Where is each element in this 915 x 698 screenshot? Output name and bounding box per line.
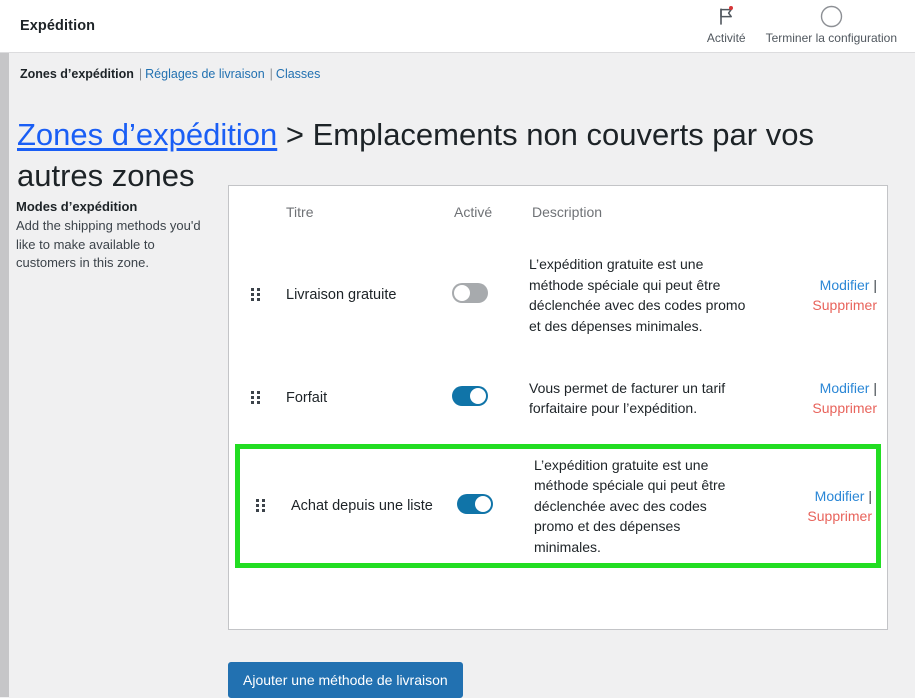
method-enabled-cell bbox=[451, 282, 529, 308]
method-description: L’expédition gratuite est une méthode sp… bbox=[529, 256, 746, 334]
row-actions: Modifier | Supprimer bbox=[759, 378, 877, 419]
delete-link[interactable]: Supprimer bbox=[759, 398, 877, 419]
method-title: Achat depuis une liste bbox=[291, 498, 433, 514]
method-description: L’expédition gratuite est une méthode sp… bbox=[534, 456, 726, 555]
breadcrumb-link-shipping-options[interactable]: Réglages de livraison bbox=[145, 67, 265, 81]
card-footer: Ajouter une méthode de livraison bbox=[228, 662, 888, 698]
method-enabled-cell bbox=[456, 493, 534, 519]
activity-button[interactable]: Activité bbox=[697, 0, 756, 45]
column-header-description: Description bbox=[532, 204, 603, 220]
method-enabled-cell bbox=[451, 385, 529, 411]
activity-label: Activité bbox=[706, 30, 746, 45]
page-heading: Zones d’expédition > Emplacements non co… bbox=[17, 114, 827, 196]
method-title: Livraison gratuite bbox=[286, 287, 397, 303]
row-drag-handle-cell bbox=[244, 499, 282, 513]
actions-separator: | bbox=[873, 379, 877, 396]
shipping-methods-description: Add the shipping methods you'd like to m… bbox=[16, 218, 201, 270]
row-actions: Modifier | Supprimer bbox=[759, 275, 877, 316]
edit-link[interactable]: Modifier bbox=[815, 488, 865, 504]
finish-setup-label: Terminer la configuration bbox=[765, 30, 897, 45]
table-row: Forfait Vous permet de facturer un tarif… bbox=[229, 352, 887, 444]
shipping-methods-card: Titre Activé Description Livraison gratu… bbox=[228, 185, 888, 630]
top-bar-actions: Activité Terminer la configuration bbox=[697, 0, 915, 53]
actions-separator: | bbox=[873, 276, 877, 293]
method-title: Forfait bbox=[286, 390, 328, 406]
highlighted-row-outline: Achat depuis une liste L’expédition grat… bbox=[235, 444, 881, 568]
finish-setup-button[interactable]: Terminer la configuration bbox=[756, 0, 907, 45]
shipping-methods-info: Modes d’expédition Add the shipping meth… bbox=[16, 198, 212, 273]
breadcrumb-link-classes[interactable]: Classes bbox=[276, 67, 320, 81]
method-description: Vous permet de facturer un tarif forfait… bbox=[529, 379, 726, 417]
table-row: Livraison gratuite L’expédition gratuite… bbox=[229, 238, 887, 352]
page-title: Expédition bbox=[20, 18, 96, 34]
heading-zones-link[interactable]: Zones d’expédition bbox=[17, 117, 277, 152]
circle-progress-icon bbox=[820, 4, 843, 30]
edit-link[interactable]: Modifier bbox=[820, 380, 870, 396]
enabled-toggle[interactable] bbox=[452, 282, 488, 303]
breadcrumb-separator-2: | bbox=[269, 67, 273, 81]
drag-handle-icon[interactable] bbox=[256, 499, 265, 513]
column-header-title: Titre bbox=[286, 204, 314, 220]
drag-handle-icon[interactable] bbox=[251, 391, 260, 405]
breadcrumb: Zones d’expédition | Réglages de livraison… bbox=[20, 66, 320, 82]
row-drag-handle-cell bbox=[239, 391, 277, 405]
edit-link[interactable]: Modifier bbox=[820, 277, 870, 293]
add-shipping-method-button[interactable]: Ajouter une méthode de livraison bbox=[228, 662, 463, 698]
row-actions: Modifier | Supprimer bbox=[754, 486, 872, 527]
delete-link[interactable]: Supprimer bbox=[759, 295, 877, 316]
admin-menu-rail bbox=[0, 53, 9, 697]
notification-badge bbox=[728, 5, 733, 10]
delete-link[interactable]: Supprimer bbox=[754, 506, 872, 527]
drag-handle-icon[interactable] bbox=[251, 288, 260, 302]
flag-icon bbox=[718, 4, 735, 30]
enabled-toggle[interactable] bbox=[452, 385, 488, 406]
top-bar: Expédition Activité Terminer la configur… bbox=[0, 0, 915, 53]
row-drag-handle-cell bbox=[239, 288, 277, 302]
shipping-methods-title: Modes d’expédition bbox=[16, 199, 138, 214]
table-header-row: Titre Activé Description bbox=[229, 186, 887, 238]
actions-separator: | bbox=[868, 487, 872, 504]
enabled-toggle[interactable] bbox=[457, 493, 493, 514]
app-root: Expédition Activité Terminer la configur… bbox=[0, 0, 915, 698]
column-header-enabled: Activé bbox=[454, 204, 493, 220]
breadcrumb-separator-1: | bbox=[138, 67, 143, 81]
breadcrumb-current: Zones d’expédition bbox=[20, 67, 134, 81]
table-row: Achat depuis une liste L’expédition grat… bbox=[240, 449, 876, 563]
